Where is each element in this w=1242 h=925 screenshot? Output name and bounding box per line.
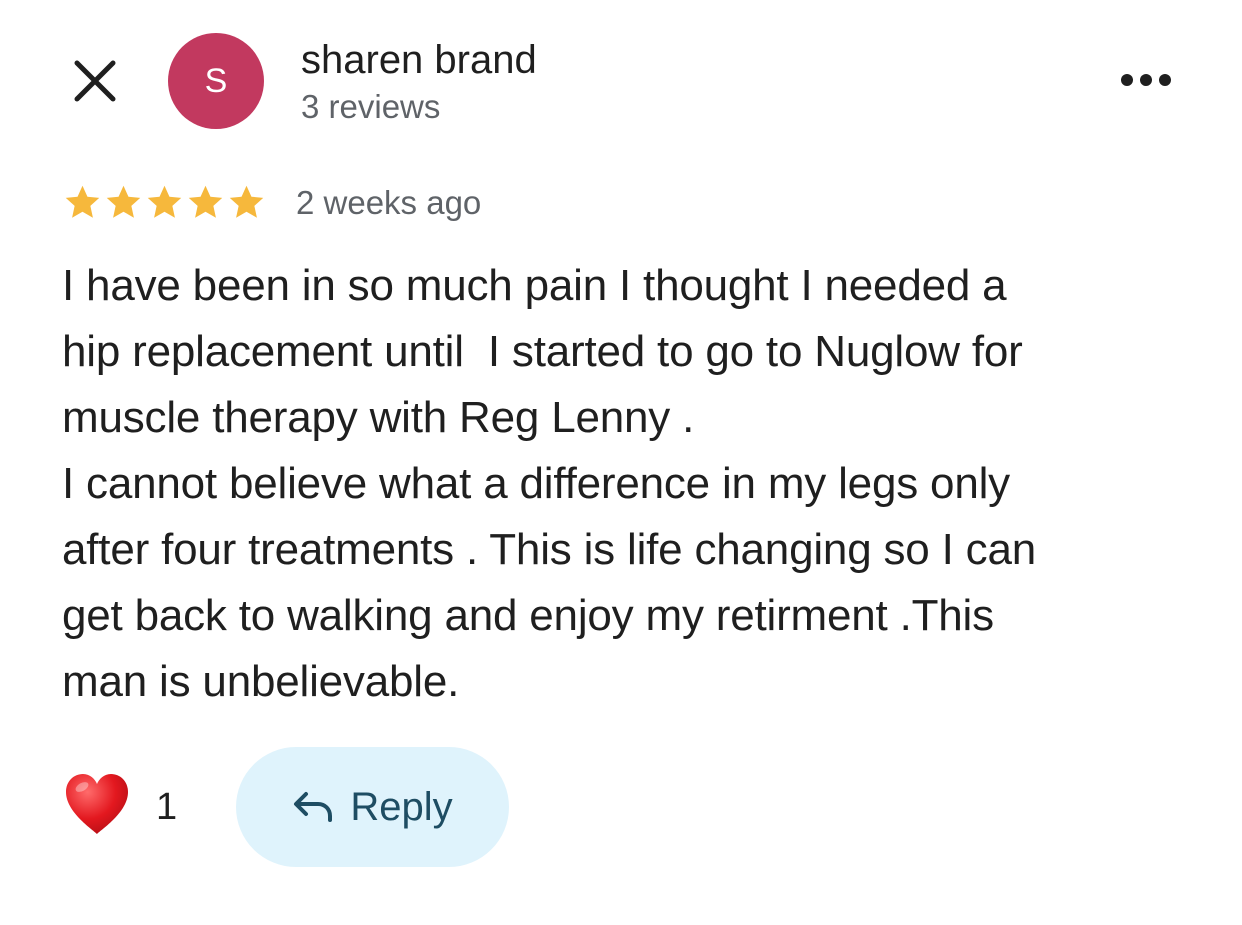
star-rating xyxy=(62,182,267,223)
like-button[interactable] xyxy=(62,770,132,840)
like-count: 1 xyxy=(156,786,178,828)
review-date: 2 weeks ago xyxy=(296,184,482,221)
star-icon xyxy=(188,185,223,218)
reviewer-name[interactable]: sharen brand xyxy=(301,36,537,84)
reviewer-review-count: 3 reviews xyxy=(301,88,441,125)
star-icon xyxy=(65,185,100,218)
close-button[interactable] xyxy=(62,48,128,114)
star-icon xyxy=(147,185,182,218)
reply-label: Reply xyxy=(350,785,453,829)
reply-button[interactable]: Reply xyxy=(236,747,509,867)
more-horizontal-icon xyxy=(1121,74,1171,86)
heart-icon xyxy=(66,774,128,834)
review-detail-page: S sharen brand 3 reviews 2 weeks ago I h… xyxy=(0,0,1242,925)
star-icon xyxy=(106,185,141,218)
reply-arrow-icon xyxy=(294,792,333,822)
avatar[interactable]: S xyxy=(168,33,264,129)
review-text: I have been in so much pain I thought I … xyxy=(62,261,1036,706)
close-icon xyxy=(74,60,116,102)
more-options-button[interactable] xyxy=(1112,52,1180,108)
star-icon xyxy=(229,185,264,218)
avatar-initial: S xyxy=(204,61,228,100)
